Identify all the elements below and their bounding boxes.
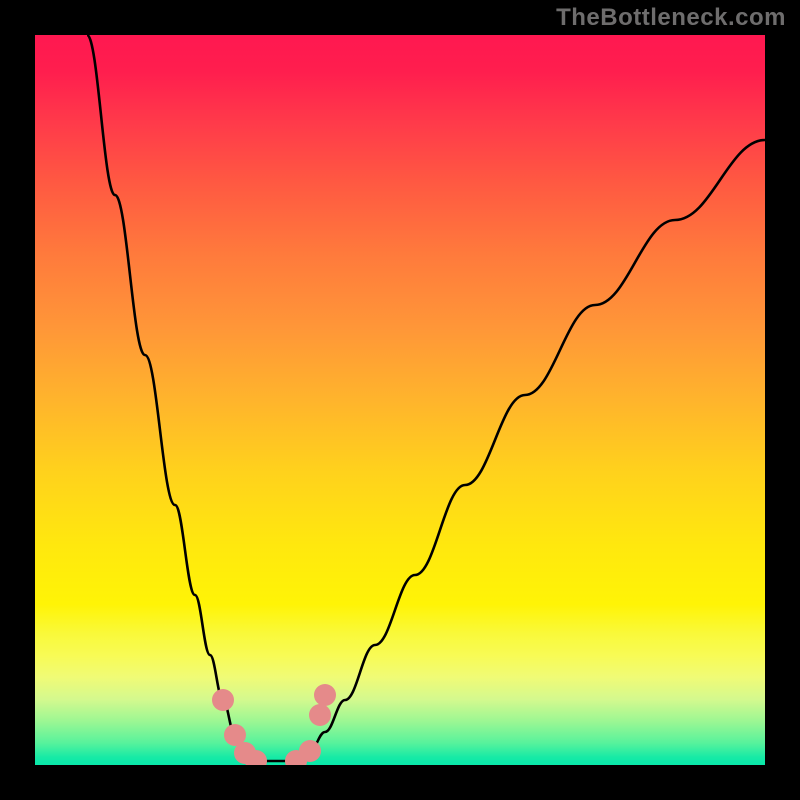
watermark-text: TheBottleneck.com <box>556 4 786 32</box>
plot-area <box>35 35 765 765</box>
gradient-background <box>35 35 765 765</box>
outer-frame: TheBottleneck.com <box>0 0 800 800</box>
